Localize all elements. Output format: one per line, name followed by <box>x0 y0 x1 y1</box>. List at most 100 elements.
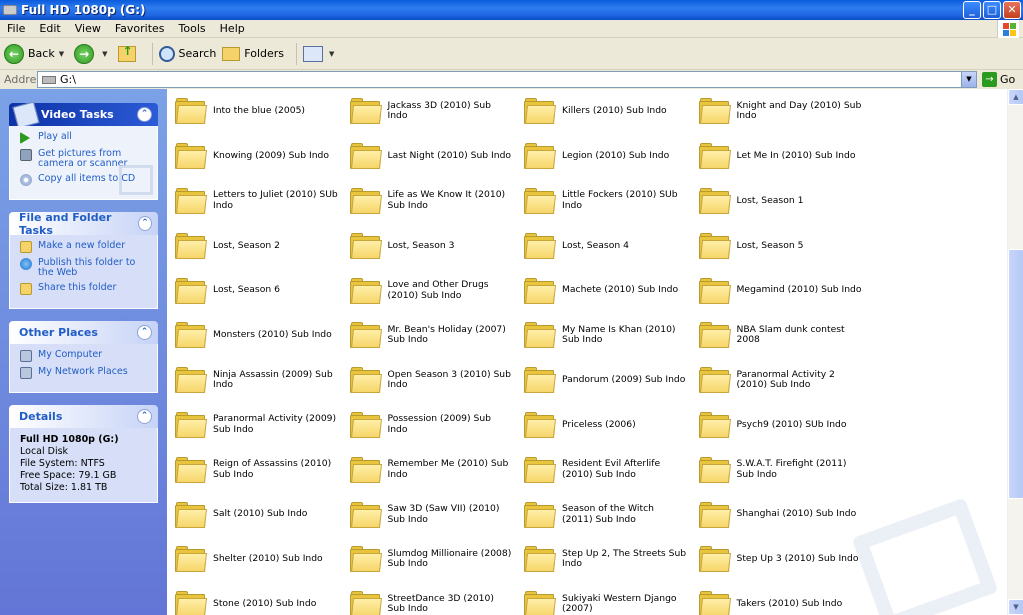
task-make-new-folder[interactable]: Make a new folder <box>20 241 149 253</box>
folder-view[interactable]: Into the blue (2005) Jackass 3D (2010) Su… <box>167 89 1007 615</box>
folder-item[interactable]: Love and Other Drugs (2010) Sub Indo <box>342 268 517 313</box>
folder-item[interactable]: Open Season 3 (2010) Sub Indo <box>342 358 517 403</box>
folder-item[interactable]: Step Up 3 (2010) Sub Indo <box>691 537 866 582</box>
other-places-header[interactable]: Other Places ⌃ <box>9 321 158 344</box>
close-button[interactable]: ✕ <box>1003 1 1021 19</box>
folder-item[interactable]: Priceless (2006) <box>516 403 691 448</box>
collapse-icon[interactable]: ⌃ <box>137 325 152 340</box>
menu-view[interactable]: View <box>68 22 108 35</box>
details-header[interactable]: Details ⌃ <box>9 405 158 428</box>
views-dropdown-icon[interactable]: ▼ <box>329 50 334 58</box>
back-button[interactable]: ← Back ▼ <box>4 43 68 64</box>
folder-item[interactable]: Lost, Season 4 <box>516 223 691 268</box>
folder-item[interactable]: Killers (2010) Sub Indo <box>516 89 691 134</box>
folder-icon <box>698 232 731 259</box>
folder-item[interactable]: Stone (2010) Sub Indo <box>167 582 342 615</box>
up-button[interactable] <box>117 44 140 62</box>
folder-item[interactable]: Life as We Know It (2010) Sub Indo <box>342 179 517 224</box>
folder-item[interactable]: Lost, Season 5 <box>691 223 866 268</box>
place-my-computer[interactable]: My Computer <box>20 350 149 362</box>
task-label: Play all <box>38 131 72 142</box>
folder-item[interactable]: Pandorum (2009) Sub Indo <box>516 358 691 403</box>
folder-item[interactable]: Paranormal Activity (2009) Sub Indo <box>167 403 342 448</box>
folder-item[interactable]: Possession (2009) Sub Indo <box>342 403 517 448</box>
folder-item[interactable]: Psych9 (2010) SUb Indo <box>691 403 866 448</box>
task-publish-web[interactable]: Publish this folder to the Web <box>20 258 149 278</box>
folder-item[interactable]: Lost, Season 2 <box>167 223 342 268</box>
folder-item[interactable]: Step Up 2, The Streets Sub Indo <box>516 537 691 582</box>
menu-file[interactable]: File <box>0 22 32 35</box>
forward-dropdown-icon[interactable]: ▼ <box>102 50 107 58</box>
minimize-button[interactable]: _ <box>963 1 981 19</box>
scroll-thumb[interactable] <box>1008 249 1023 499</box>
folder-item[interactable]: Machete (2010) Sub Indo <box>516 268 691 313</box>
file-folder-tasks-title: File and Folder Tasks <box>19 210 112 237</box>
menu-edit[interactable]: Edit <box>32 22 67 35</box>
folder-icon <box>175 546 207 573</box>
folder-item[interactable]: Little Fockers (2010) SUb Indo <box>516 179 691 224</box>
file-folder-tasks-header[interactable]: File and Folder Tasks ⌃ <box>9 210 158 237</box>
details-name: Full HD 1080p (G:) <box>20 434 119 445</box>
folder-item[interactable]: Shanghai (2010) Sub Indo <box>691 492 866 537</box>
go-button[interactable]: → Go <box>982 72 1015 87</box>
folder-icon <box>349 187 382 214</box>
folder-item[interactable]: Letters to Juliet (2010) SUb Indo <box>167 179 342 224</box>
folder-item[interactable]: Season of the Witch (2011) Sub Indo <box>516 492 691 537</box>
search-button[interactable]: Search <box>158 45 216 62</box>
title-bar[interactable]: Full HD 1080p (G:) _ □ ✕ <box>0 0 1023 20</box>
vertical-scrollbar[interactable]: ▲ ▼ <box>1007 89 1023 615</box>
folder-item[interactable]: Mr. Bean's Holiday (2007) Sub Indo <box>342 313 517 358</box>
scroll-up-button[interactable]: ▲ <box>1008 89 1023 105</box>
folder-item[interactable]: Resident Evil Afterlife (2010) Sub Indo <box>516 447 691 492</box>
folder-item[interactable]: StreetDance 3D (2010) Sub Indo <box>342 582 517 615</box>
folder-item[interactable]: Ninja Assassin (2009) Sub Indo <box>167 358 342 403</box>
folder-item[interactable]: Legion (2010) Sub Indo <box>516 134 691 179</box>
folder-item[interactable]: NBA Slam dunk contest 2008 <box>691 313 866 358</box>
menu-tools[interactable]: Tools <box>172 22 213 35</box>
folder-item[interactable]: Lost, Season 1 <box>691 179 866 224</box>
scroll-down-button[interactable]: ▼ <box>1008 599 1023 615</box>
folder-item[interactable]: Monsters (2010) Sub Indo <box>167 313 342 358</box>
address-dropdown-icon[interactable]: ▼ <box>961 72 976 87</box>
folder-item[interactable]: My Name Is Khan (2010) Sub Indo <box>516 313 691 358</box>
folder-item[interactable]: Paranormal Activity 2 (2010) Sub Indo <box>691 358 866 403</box>
folders-button[interactable]: Folders <box>222 46 284 61</box>
forward-button[interactable]: → ▼ <box>74 43 111 64</box>
folder-item[interactable]: Knight and Day (2010) Sub Indo <box>691 89 866 134</box>
folder-item[interactable]: Megamind (2010) Sub Indo <box>691 268 866 313</box>
folder-item[interactable]: Saw 3D (Saw VII) (2010) Sub Indo <box>342 492 517 537</box>
folder-item[interactable]: Lost, Season 6 <box>167 268 342 313</box>
collapse-icon[interactable]: ⌃ <box>137 107 152 122</box>
folder-item[interactable]: Into the blue (2005) <box>167 89 342 134</box>
folder-item[interactable]: Shelter (2010) Sub Indo <box>167 537 342 582</box>
folder-name: Love and Other Drugs (2010) Sub Indo <box>387 279 489 301</box>
menu-help[interactable]: Help <box>213 22 252 35</box>
address-input[interactable]: G:\ ▼ <box>37 71 977 88</box>
folder-item[interactable]: Sukiyaki Western Django (2007) <box>516 582 691 615</box>
views-button[interactable]: ▼ <box>303 45 338 62</box>
folder-item[interactable]: Let Me In (2010) Sub Indo <box>691 134 866 179</box>
folder-item[interactable]: S.W.A.T. Firefight (2011) Sub Indo <box>691 447 866 492</box>
folder-item[interactable]: Last Night (2010) Sub Indo <box>342 134 517 179</box>
menu-favorites[interactable]: Favorites <box>108 22 172 35</box>
folder-icon <box>698 411 731 438</box>
folder-item[interactable]: Salt (2010) Sub Indo <box>167 492 342 537</box>
task-play-all[interactable]: Play all <box>20 132 149 144</box>
folder-item[interactable]: Jackass 3D (2010) Sub Indo <box>342 89 517 134</box>
maximize-button[interactable]: □ <box>983 1 1001 19</box>
folder-item[interactable]: Slumdog Millionaire (2008) Sub Indo <box>342 537 517 582</box>
task-share-folder[interactable]: Share this folder <box>20 283 149 295</box>
folder-item[interactable]: Lost, Season 3 <box>342 223 517 268</box>
folder-item[interactable]: Knowing (2009) Sub Indo <box>167 134 342 179</box>
folder-item[interactable]: Takers (2010) Sub Indo <box>691 582 866 615</box>
folder-icon <box>698 98 731 125</box>
folder-icon <box>524 98 556 125</box>
place-my-network-places[interactable]: My Network Places <box>20 367 149 379</box>
collapse-icon[interactable]: ⌃ <box>138 216 152 231</box>
back-dropdown-icon[interactable]: ▼ <box>59 50 64 58</box>
folder-item[interactable]: Reign of Assassins (2010) Sub Indo <box>167 447 342 492</box>
folder-item[interactable]: Remember Me (2010) Sub Indo <box>342 447 517 492</box>
collapse-icon[interactable]: ⌃ <box>137 409 152 424</box>
task-label: Make a new folder <box>38 240 126 251</box>
video-tasks-header[interactable]: Video Tasks ⌃ <box>9 101 158 128</box>
